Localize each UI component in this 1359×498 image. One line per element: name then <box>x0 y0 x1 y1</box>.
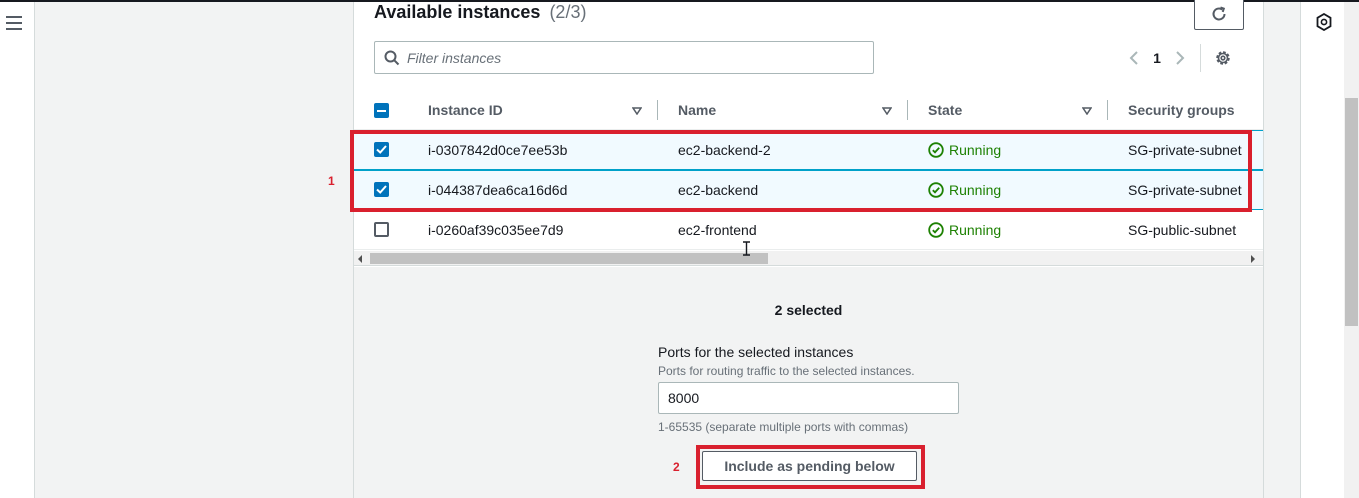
pagination-divider <box>1200 44 1201 72</box>
annotation-number-1: 1 <box>328 174 335 188</box>
previous-page-button[interactable] <box>1124 48 1144 68</box>
panel-title: Available instances (2/3) <box>374 2 586 23</box>
table-row[interactable]: i-0260af39c035ee7d9 ec2-frontend Running… <box>354 210 1263 250</box>
panel-title-text: Available instances <box>374 2 541 22</box>
filter-instances-input[interactable] <box>407 42 867 73</box>
column-security-groups[interactable]: Security groups <box>1128 90 1235 130</box>
security-group-cell: SG-public-subnet <box>1128 222 1237 238</box>
column-name-label: Name <box>678 102 717 118</box>
shield-icon[interactable] <box>1316 13 1332 31</box>
selection-count: (2/3) <box>549 2 587 22</box>
chevron-right-icon <box>1176 51 1185 65</box>
column-state[interactable]: State <box>928 90 962 130</box>
table-preferences-button[interactable] <box>1213 48 1233 68</box>
annotation-box-2 <box>696 445 925 489</box>
column-state-label: State <box>928 102 963 118</box>
ports-input[interactable] <box>658 382 959 414</box>
annotation-number-2: 2 <box>673 460 680 474</box>
table-header: Instance ID Name State Security groups <box>354 90 1263 130</box>
scroll-left-arrow[interactable] <box>358 255 362 263</box>
column-security-groups-label: Security groups <box>1128 102 1235 118</box>
annotation-box-1 <box>350 130 1252 212</box>
column-name[interactable]: Name <box>678 90 716 130</box>
sort-down-icon[interactable] <box>1082 107 1092 115</box>
refresh-button[interactable] <box>1194 0 1244 30</box>
ports-description: Ports for routing traffic to the selecte… <box>658 364 915 378</box>
column-divider[interactable] <box>657 100 658 120</box>
state-text: Running <box>949 222 1002 238</box>
sort-down-icon[interactable] <box>632 107 642 115</box>
ports-label: Ports for the selected instances <box>658 344 854 360</box>
filter-instances[interactable] <box>374 41 874 74</box>
pagination: 1 <box>1124 44 1233 72</box>
instance-id-cell[interactable]: i-0260af39c035ee7d9 <box>428 210 563 250</box>
next-page-button[interactable] <box>1170 48 1190 68</box>
ports-constraint-hint: 1-65535 (separate multiple ports with co… <box>658 420 909 434</box>
table-scrollbar-thumb[interactable] <box>370 253 768 264</box>
left-navigation-rail <box>0 2 35 498</box>
page-vertical-scrollbar[interactable] <box>1344 2 1359 498</box>
menu-icon[interactable] <box>6 16 22 30</box>
instance-state-cell: Running <box>928 210 1001 250</box>
sort-down-icon[interactable] <box>882 107 892 115</box>
selected-count-text: 2 selected <box>774 302 843 318</box>
row-checkbox[interactable] <box>374 222 389 237</box>
available-instances-panel: Available instances (2/3) 1 <box>353 0 1264 498</box>
gear-icon <box>1216 51 1230 65</box>
column-instance-id-label: Instance ID <box>428 102 503 118</box>
scroll-right-arrow[interactable] <box>1251 255 1255 263</box>
column-instance-id[interactable]: Instance ID <box>428 90 503 130</box>
search-icon <box>384 50 400 66</box>
refresh-icon <box>1212 6 1226 21</box>
page-scrollbar-thumb[interactable] <box>1345 98 1358 326</box>
check-circle-icon <box>928 222 944 238</box>
column-divider[interactable] <box>1107 100 1108 120</box>
current-page-number[interactable]: 1 <box>1144 50 1170 66</box>
chevron-left-icon <box>1129 51 1138 65</box>
text-cursor-icon <box>743 241 750 256</box>
select-all-checkbox[interactable] <box>374 103 389 118</box>
table-horizontal-scrollbar[interactable] <box>354 251 1263 266</box>
column-divider[interactable] <box>907 100 908 120</box>
